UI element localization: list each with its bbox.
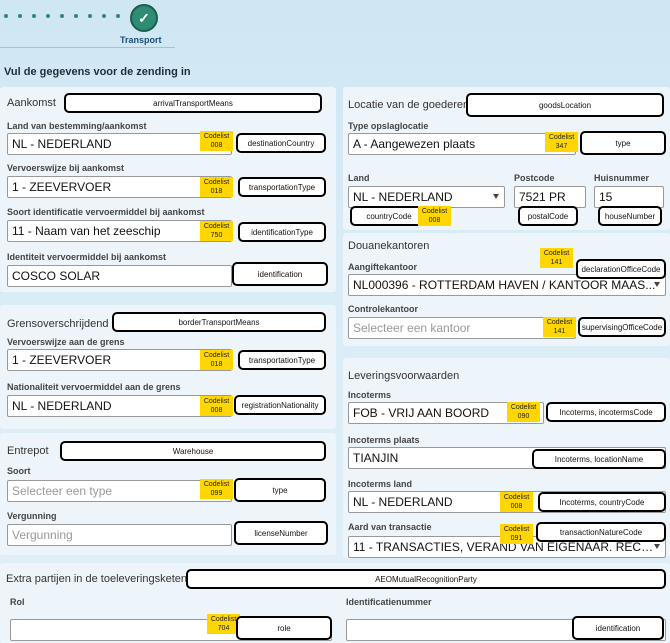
license-number-field[interactable]: Vergunning xyxy=(7,524,232,546)
chevron-down-icon xyxy=(654,282,660,287)
tag-arrival-transport-means: arrivalTransportMeans xyxy=(64,93,322,113)
destination-country-field[interactable]: NL - NEDERLAND xyxy=(7,133,232,155)
tag-role: role xyxy=(236,616,332,640)
supervising-office-select[interactable]: Selecteer een kantoor xyxy=(348,317,576,339)
section-title-entrepot: Entrepot xyxy=(7,445,49,457)
tag-incoterms-code: Incoterms, incotermsCode xyxy=(546,402,666,422)
storage-type-field[interactable]: A - Aangewezen plaats xyxy=(348,133,576,155)
section-title-douane: Douanekantoren xyxy=(348,240,430,252)
label-transport-mode-arrival: Vervoerswijze bij aankomst xyxy=(7,163,125,173)
declaration-office-value: NL000396 - ROTTERDAM HAVEN / KANTOOR MAA… xyxy=(353,278,656,292)
label-incoterms: Incoterms xyxy=(348,390,392,400)
stepper-divider xyxy=(0,47,175,48)
registration-nationality-field[interactable]: NL - NEDERLAND xyxy=(7,395,232,417)
label-postcode: Postcode xyxy=(514,173,555,183)
transport-mode-arrival-field[interactable]: 1 - ZEEVERVOER xyxy=(7,176,232,198)
tag-incoterms-country-code: Incoterms, countryCode xyxy=(538,492,666,512)
label-transport-mode-border: Vervoerswijze aan de grens xyxy=(7,337,125,347)
codelist-badge: Codelist 008 xyxy=(418,206,451,226)
label-identification: Identiteit vervoermiddel bij aankomst xyxy=(7,252,167,262)
label-storage-type: Type opslaglocatie xyxy=(348,121,429,131)
page-title: Vul de gegevens voor de zending in xyxy=(4,66,191,78)
label-aangiftekantoor: Aangiftekantoor xyxy=(348,262,418,272)
codelist-badge: Codelist 141 xyxy=(540,248,573,268)
tag-transportation-type-border: transportationType xyxy=(238,350,326,370)
tag-goods-location: goodsLocation xyxy=(466,93,664,117)
chevron-down-icon xyxy=(493,194,499,199)
tag-postal-code: postalCode xyxy=(518,206,578,226)
tag-incoterms-location-name: Incoterms, locationName xyxy=(532,449,666,469)
label-rol: Rol xyxy=(10,597,25,607)
house-number-field[interactable]: 15 xyxy=(594,186,664,208)
label-land-location: Land xyxy=(348,173,370,183)
tag-identification-type: identificationType xyxy=(238,222,326,242)
tag-license-number: licenseNumber xyxy=(234,521,328,545)
step-label-transport[interactable]: Transport xyxy=(120,35,162,45)
section-title-locatie: Locatie van de goederen xyxy=(348,99,470,111)
tag-warehouse-type: type xyxy=(234,478,326,502)
label-soort: Soort xyxy=(7,466,31,476)
tag-declaration-office-code: declarationOfficeCode xyxy=(576,259,666,279)
stepper-dots xyxy=(4,12,124,20)
tag-warehouse: Warehouse xyxy=(60,441,326,461)
tag-aeo-party: AEOMutualRecognitionParty xyxy=(186,569,666,589)
codelist-badge: Codelist 018 xyxy=(200,177,233,197)
location-country-select[interactable]: NL - NEDERLAND xyxy=(348,186,505,208)
tag-identification-extra: identification xyxy=(572,616,664,640)
codelist-badge: Codelist 750 xyxy=(200,221,233,241)
label-destination-country: Land van bestemming/aankomst xyxy=(7,121,147,131)
identification-field[interactable]: COSCO SOLAR xyxy=(7,265,232,287)
chevron-down-icon xyxy=(654,544,660,549)
codelist-badge: Codelist 099 xyxy=(200,479,233,499)
tag-storage-type: type xyxy=(580,131,666,155)
label-vergunning: Vergunning xyxy=(7,511,57,521)
codelist-badge: Codelist 008 xyxy=(200,131,233,151)
codelist-badge: Codelist 008 xyxy=(200,396,233,416)
check-icon[interactable]: ✓ xyxy=(130,4,158,32)
identification-type-field[interactable]: 11 - Naam van het zeeschip xyxy=(7,220,232,242)
label-aard-transactie: Aard van transactie xyxy=(348,522,432,532)
codelist-badge: Codelist 091 xyxy=(500,524,533,544)
codelist-badge: Codelist 090 xyxy=(507,402,540,422)
section-title-aankomst: Aankomst xyxy=(7,97,56,109)
label-controlekantoor: Controlekantoor xyxy=(348,304,419,314)
tag-supervising-office-code: supervisingOfficeCode xyxy=(578,317,666,337)
label-incoterms-land: Incoterms land xyxy=(348,479,413,489)
label-incoterms-plaats: Incoterms plaats xyxy=(348,435,420,445)
tag-destination-country: destinationCountry xyxy=(236,133,326,153)
tag-border-transport-means: borderTransportMeans xyxy=(112,312,326,332)
codelist-badge: Codelist 347 xyxy=(545,132,578,152)
label-identificatienummer: Identificatienummer xyxy=(346,597,432,607)
warehouse-type-select[interactable]: Selecteer een type xyxy=(7,480,232,502)
tag-country-code: countryCode xyxy=(350,206,428,226)
label-identification-type: Soort identificatie vervoermiddel bij aa… xyxy=(7,207,205,217)
transport-mode-border-field[interactable]: 1 - ZEEVERVOER xyxy=(7,349,232,371)
label-registration-nationality: Nationaliteit vervoermiddel aan de grens xyxy=(7,382,181,392)
tag-registration-nationality: registrationNationality xyxy=(234,395,326,415)
tag-transportation-type: transportationType xyxy=(238,177,326,197)
section-title-extra: Extra partijen in de toeleveringsketen xyxy=(6,573,187,585)
label-huisnummer: Huisnummer xyxy=(594,173,650,183)
tag-transaction-nature-code: transactionNatureCode xyxy=(536,522,666,542)
location-country-value: NL - NEDERLAND xyxy=(353,190,453,204)
tag-identification: identification xyxy=(232,262,328,286)
codelist-badge: Codelist 018 xyxy=(200,350,233,370)
codelist-badge: Codelist 141 xyxy=(543,317,576,337)
postcode-field[interactable]: 7521 PR xyxy=(514,186,586,208)
tag-house-number: houseNumber xyxy=(598,206,662,226)
codelist-badge: Codelist 008 xyxy=(500,492,533,512)
section-title-levering: Leveringsvoorwaarden xyxy=(348,370,460,382)
section-title-grens: Grensoverschrijdend xyxy=(7,318,109,330)
